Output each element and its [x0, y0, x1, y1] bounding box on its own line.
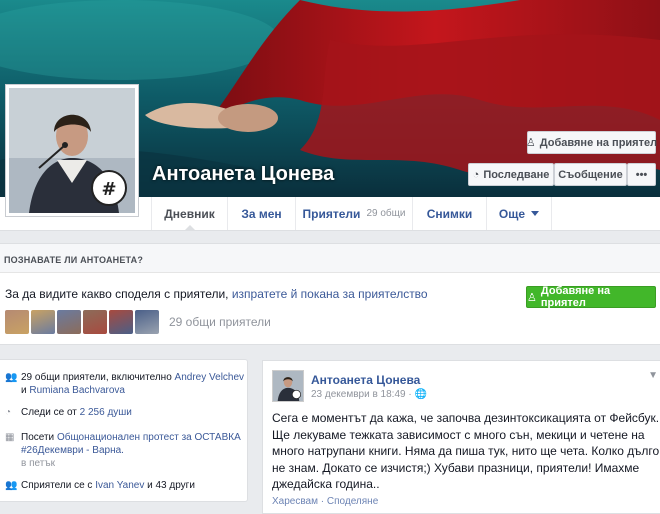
- friend-thumb[interactable]: [5, 310, 29, 334]
- mutual-friends-thumbs: [5, 310, 159, 334]
- post-text: Сега е моментът да кажа, че започва дези…: [272, 411, 660, 491]
- related-rest: и 43 други: [144, 480, 195, 491]
- intro-event: ▦ Посети Общонационален протест за ОСТАВ…: [5, 431, 245, 470]
- chevron-down-icon: [531, 211, 540, 216]
- friends-icon: 👥: [5, 480, 18, 491]
- add-friend-label: Добавяне на приятел: [539, 136, 658, 149]
- action-separator: ·: [318, 496, 327, 507]
- post-avatar[interactable]: [272, 370, 304, 402]
- profile-name[interactable]: Антоанета Цонева: [152, 163, 334, 186]
- mutual-text: 29 общи приятели, включително: [21, 372, 175, 383]
- calendar-icon: ▦: [5, 432, 15, 443]
- tab-friends-count: 29 общи: [366, 208, 406, 219]
- related-friend-link[interactable]: Ivan Yanev: [95, 480, 144, 491]
- tab-label: За мен: [241, 206, 282, 221]
- friend-thumb[interactable]: [109, 310, 133, 334]
- followers-link[interactable]: 2 256 души: [80, 407, 132, 418]
- intro-mutual: 👥 29 общи приятели, включително Andrey V…: [5, 371, 245, 397]
- post-time: 23 декември в 18:49 · 🌐: [311, 389, 427, 400]
- tab-about[interactable]: За мен: [227, 197, 295, 230]
- intro-followers: ◔ Следи се от 2 256 души: [5, 406, 245, 419]
- tab-photos[interactable]: Снимки: [412, 197, 486, 230]
- intro-card: 👥 29 общи приятели, включително Andrey V…: [0, 359, 248, 502]
- know-person-box: ПОЗНАВАТЕ ЛИ АНТОАНЕТА? За да видите как…: [0, 243, 660, 345]
- know-text-prefix: За да видите какво споделя с приятели,: [5, 287, 232, 301]
- svg-text:#: #: [101, 179, 116, 200]
- message-button[interactable]: Съобщение: [554, 163, 627, 186]
- add-friend-label: Добавяне на приятел: [540, 285, 611, 309]
- profile-photo-image: #: [9, 88, 135, 213]
- tab-label: Още: [498, 206, 526, 221]
- friend-thumb[interactable]: [31, 310, 55, 334]
- tab-label: Снимки: [426, 206, 473, 221]
- friend-thumb[interactable]: [135, 310, 159, 334]
- post-author[interactable]: Антоанета Цонева: [311, 373, 420, 387]
- add-friend-green-button[interactable]: ♙ Добавяне на приятел: [526, 285, 656, 309]
- globe-icon: 🌐: [414, 389, 427, 400]
- more-dots-icon: •••: [635, 168, 648, 181]
- chevron-down-icon[interactable]: ▼: [648, 370, 658, 381]
- tab-timeline[interactable]: Дневник: [151, 197, 227, 231]
- friend-thumb[interactable]: [57, 310, 81, 334]
- follow-label: Последване: [483, 168, 550, 181]
- tab-label: Приятели: [302, 206, 361, 221]
- intro-related: 👥 Сприятели се с Ivan Yanev и 43 други: [5, 479, 245, 492]
- mutual-friend-link[interactable]: Rumiana Bachvarova: [29, 385, 125, 396]
- like-link[interactable]: Харесвам: [272, 496, 318, 507]
- friend-thumb[interactable]: [83, 310, 107, 334]
- tab-friends[interactable]: Приятели 29 общи: [295, 197, 412, 230]
- send-friend-request-link[interactable]: изпратете й покана за приятелство: [232, 287, 428, 301]
- more-options-button[interactable]: •••: [627, 163, 656, 186]
- message-label: Съобщение: [558, 168, 623, 181]
- tab-more[interactable]: Още: [486, 197, 552, 230]
- post-actions: Харесвам · Споделяне: [272, 496, 378, 507]
- rss-icon: ◔: [5, 407, 12, 418]
- event-time: в петък: [21, 458, 55, 469]
- know-heading: ПОЗНАВАТЕ ЛИ АНТОАНЕТА?: [0, 244, 660, 273]
- event-text: Посети: [21, 432, 57, 443]
- tab-label: Дневник: [164, 206, 215, 221]
- related-text: Сприятели се с: [21, 480, 96, 491]
- mutual-friends-count[interactable]: 29 общи приятели: [169, 315, 271, 329]
- mutual-friend-link[interactable]: Andrey Velchev: [175, 372, 245, 383]
- followers-text: Следи се от: [21, 407, 80, 418]
- add-friend-button[interactable]: ♙ Добавяне на приятел: [525, 131, 658, 154]
- follow-button[interactable]: ◔ Последване: [468, 163, 554, 186]
- share-link[interactable]: Споделяне: [327, 496, 378, 507]
- know-text: За да видите какво споделя с приятели, и…: [5, 287, 428, 301]
- timeline-post: Антоанета Цонева 23 декември в 18:49 · 🌐…: [262, 360, 660, 514]
- rss-icon: ◔: [472, 168, 480, 181]
- add-friend-icon: ♙: [527, 291, 537, 304]
- add-friend-icon: ♙: [525, 137, 536, 149]
- post-time-text: 23 декември в 18:49 ·: [311, 389, 415, 400]
- profile-picture[interactable]: #: [5, 84, 139, 217]
- friends-icon: 👥: [5, 372, 18, 383]
